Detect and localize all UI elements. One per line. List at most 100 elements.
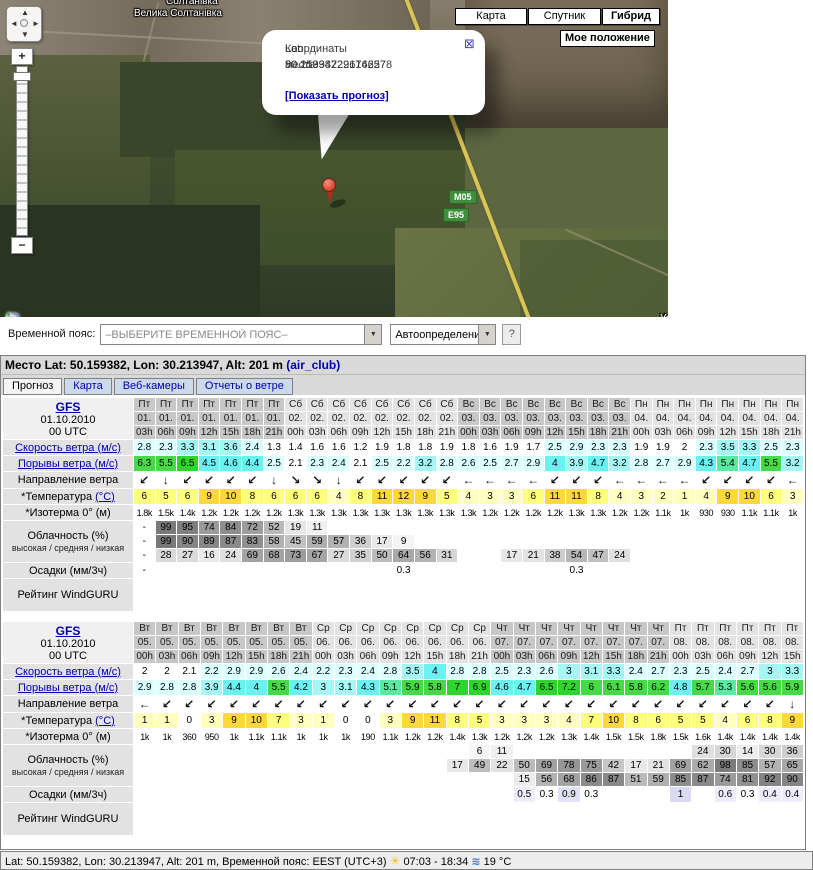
- precipitation-cell: [469, 787, 490, 802]
- wind-gust-cell: 2.9: [674, 456, 695, 471]
- hour-header-cell: 09h: [696, 426, 717, 439]
- tab-wind-reports[interactable]: Отчеты о ветре: [196, 378, 293, 395]
- day-header-cell: Пт: [264, 398, 285, 411]
- date-header-cell: 06.: [357, 636, 378, 649]
- map-type-button-satellite[interactable]: Спутник: [528, 8, 601, 25]
- day-header-cell: Пт: [177, 398, 198, 411]
- isotherm-cell: 1.3k: [328, 505, 349, 520]
- model-link[interactable]: GFS: [56, 400, 81, 414]
- wind-gusts-link[interactable]: Порывы ветра (м/с): [18, 458, 118, 470]
- precipitation-cell: [717, 563, 738, 578]
- hour-header-cell: 09h: [350, 426, 371, 439]
- tab-map[interactable]: Карта: [64, 378, 111, 395]
- wind-speed-link[interactable]: Скорость ветра (м/с): [15, 666, 121, 678]
- close-icon[interactable]: ⊠: [464, 37, 475, 50]
- cloud-low-cell: 38: [545, 549, 566, 562]
- wind-speed-link[interactable]: Скорость ветра (м/с): [15, 442, 121, 454]
- map-terrain-field: [520, 240, 668, 317]
- spot-link[interactable]: (air_club): [286, 358, 340, 372]
- date-header-cell: 03.: [458, 412, 479, 425]
- pan-left-icon[interactable]: ◄: [10, 19, 18, 28]
- temp-unit-link[interactable]: (°C): [95, 491, 115, 503]
- tab-webcams[interactable]: Веб-камеры: [114, 378, 194, 395]
- wind-gust-cell: 2.6: [458, 456, 479, 471]
- cloud-mid-cell: 21: [648, 759, 669, 772]
- map-pin[interactable]: [322, 178, 336, 192]
- map-type-button-map[interactable]: Карта: [455, 8, 527, 25]
- cloud-high-cell: 14: [737, 745, 758, 758]
- day-header-cell: Пт: [759, 622, 780, 635]
- hour-header-cell: 15h: [566, 426, 587, 439]
- temperature-cell: 3: [491, 713, 512, 728]
- help-button[interactable]: ?: [502, 324, 521, 345]
- timezone-select[interactable]: –ВЫБЕРИТЕ ВРЕМЕННОЙ ПОЯС– ▼: [100, 324, 382, 345]
- isotherm-cell: 1.3k: [566, 505, 587, 520]
- zoom-slider-handle[interactable]: [13, 72, 31, 81]
- show-forecast-link[interactable]: [Показать прогноз]: [285, 90, 389, 102]
- wind-direction-cell: ↙: [156, 696, 177, 712]
- day-header-cell: Пт: [220, 398, 241, 411]
- wind-speed-cell: 2.3: [782, 440, 803, 455]
- zoom-slider-track[interactable]: [16, 66, 28, 236]
- satellite-map[interactable]: Солтанівка Велика Солтанівка M05 E95 Коо…: [0, 0, 668, 317]
- row-label-cell: Порывы ветра (м/с): [3, 680, 133, 695]
- map-pan-control[interactable]: ▲ ◄ ► ▼: [6, 6, 42, 42]
- cloud-low-cell: 67: [307, 549, 328, 562]
- date-header-cell: 01.: [199, 412, 220, 425]
- pan-right-icon[interactable]: ►: [32, 19, 40, 28]
- date-header-cell: 07.: [491, 636, 512, 649]
- wind-speed-cell: 2.5: [491, 664, 512, 679]
- chevron-down-icon[interactable]: ▼: [364, 325, 381, 344]
- cloud-low-cell: [223, 773, 244, 786]
- cloud-low-cell: 85: [670, 773, 691, 786]
- wind-gusts-link[interactable]: Порывы ветра (м/с): [18, 682, 118, 694]
- isotherm-cell: 1.2k: [424, 729, 445, 744]
- precipitation-cell: [692, 787, 713, 802]
- isotherm-cell: 1k: [134, 729, 155, 744]
- rating-cells: [134, 803, 803, 835]
- zoom-out-button[interactable]: −: [11, 237, 33, 254]
- zoom-in-button[interactable]: +: [11, 48, 33, 65]
- date-header-cell: 05.: [134, 636, 155, 649]
- cloud-low-cell: 16: [199, 549, 220, 562]
- temperature-cell: 8: [350, 489, 371, 504]
- precipitation-cell: 0.3: [581, 787, 602, 802]
- isotherm-cell: 1k: [223, 729, 244, 744]
- terms-link[interactable]: Условия использования: [660, 313, 668, 317]
- temperature-cell: 8: [588, 489, 609, 504]
- map-type-button-hybrid[interactable]: Гибрид: [602, 8, 660, 25]
- tab-forecast[interactable]: Прогноз: [3, 378, 62, 395]
- wind-direction-cell: ↙: [415, 472, 436, 488]
- temperature-cell: 9: [415, 489, 436, 504]
- day-header-cell: Ср: [469, 622, 490, 635]
- cloud-high-cell: [268, 745, 289, 758]
- my-location-button[interactable]: Мое положение: [560, 30, 655, 47]
- autodetect-select[interactable]: Автоопределение ▼: [390, 324, 496, 345]
- isotherm-cell: 1.4k: [715, 729, 736, 744]
- hour-header-cell: 06h: [715, 650, 736, 663]
- hour-header-cell: 03h: [514, 650, 535, 663]
- day-header-cell: Пн: [739, 398, 760, 411]
- day-header-cell: Сб: [307, 398, 328, 411]
- model-link[interactable]: GFS: [56, 624, 81, 638]
- cloud-mid-cell: [268, 759, 289, 772]
- wind-speed-cell: 2.8: [447, 664, 468, 679]
- hour-header-cell: 06h: [328, 426, 349, 439]
- cloud-low-cell: 73: [285, 549, 306, 562]
- wind-gust-cell: 5.3: [715, 680, 736, 695]
- day-header-cell: Вт: [134, 622, 155, 635]
- day-header-cell: Вс: [458, 398, 479, 411]
- page: Солтанівка Велика Солтанівка M05 E95 Коо…: [0, 0, 813, 870]
- pan-up-icon[interactable]: ▲: [21, 8, 29, 17]
- day-header-cell: Пт: [134, 398, 155, 411]
- day-header-cell: Пт: [782, 622, 803, 635]
- wind-direction-cell: ↙: [134, 472, 155, 488]
- hour-header-cell: 06h: [179, 650, 200, 663]
- day-header-cell: Вс: [588, 398, 609, 411]
- chevron-down-icon[interactable]: ▼: [478, 325, 495, 344]
- temperature-cell: 3: [201, 713, 222, 728]
- hour-header-cell: 12h: [372, 426, 393, 439]
- pan-down-icon[interactable]: ▼: [21, 30, 29, 39]
- temp-unit-link[interactable]: (°C): [95, 715, 115, 727]
- pan-center-icon[interactable]: [20, 19, 28, 27]
